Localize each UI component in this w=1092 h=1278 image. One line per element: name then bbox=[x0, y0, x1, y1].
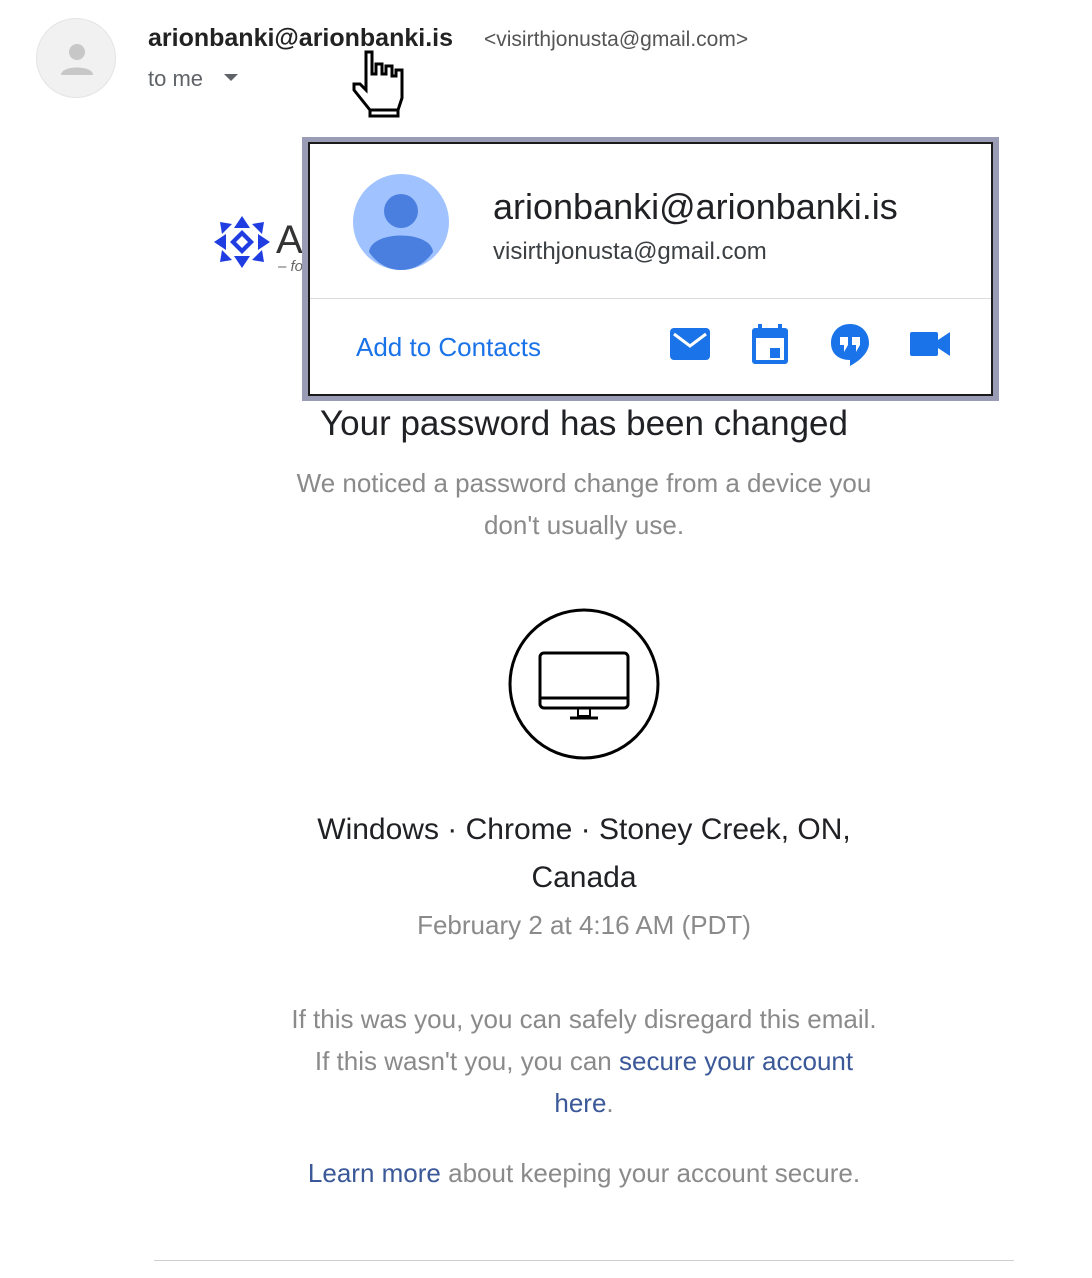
sender-avatar[interactable] bbox=[36, 18, 116, 98]
learn-more-link[interactable]: Learn more bbox=[308, 1158, 441, 1188]
hand-cursor-icon bbox=[352, 50, 404, 118]
mail-icon[interactable] bbox=[668, 322, 712, 366]
security-notice: If this was you, you can safely disregar… bbox=[284, 998, 884, 1124]
add-to-contacts-link[interactable]: Add to Contacts bbox=[356, 332, 541, 363]
contact-email: visirthjonusta@gmail.com bbox=[493, 238, 767, 265]
email-subtext: We noticed a password change from a devi… bbox=[296, 468, 872, 540]
learn-more-text: about keeping your account secure. bbox=[440, 1158, 861, 1188]
person-icon bbox=[61, 44, 93, 75]
email-view: arionbanki@arionbanki.is <visirthjonusta… bbox=[0, 0, 1092, 1278]
email-headline: Your password has been changed bbox=[320, 404, 848, 443]
recipient-details-caret-icon[interactable] bbox=[224, 74, 238, 81]
bank-logo-icon bbox=[214, 216, 270, 268]
notice-suffix: . bbox=[606, 1088, 614, 1118]
sender-address: <visirthjonusta@gmail.com> bbox=[484, 28, 749, 51]
device-info-line-1: Windows · Chrome · Stoney Creek, ON, bbox=[317, 813, 851, 846]
desktop-monitor-icon bbox=[508, 608, 660, 760]
video-call-icon[interactable] bbox=[908, 322, 952, 366]
sender-name[interactable]: arionbanki@arionbanki.is bbox=[148, 24, 453, 53]
contact-hover-card: arionbanki@arionbanki.is visirthjonusta@… bbox=[302, 137, 999, 401]
footer-divider bbox=[154, 1260, 1014, 1261]
device-info: Windows · Chrome · Stoney Creek, ON, Can… bbox=[284, 806, 884, 902]
device-info-line-2: Canada bbox=[531, 861, 637, 894]
contact-name: arionbanki@arionbanki.is bbox=[493, 186, 898, 227]
contact-card-divider bbox=[310, 298, 991, 299]
calendar-icon[interactable] bbox=[748, 322, 792, 366]
hangouts-icon[interactable] bbox=[828, 322, 872, 366]
contact-avatar-icon bbox=[353, 174, 449, 270]
event-timestamp: February 2 at 4:16 AM (PDT) bbox=[417, 910, 751, 940]
contact-card-body: arionbanki@arionbanki.is visirthjonusta@… bbox=[308, 142, 993, 396]
learn-more-line: Learn more about keeping your account se… bbox=[184, 1158, 984, 1189]
recipient-label[interactable]: to me bbox=[148, 66, 203, 92]
